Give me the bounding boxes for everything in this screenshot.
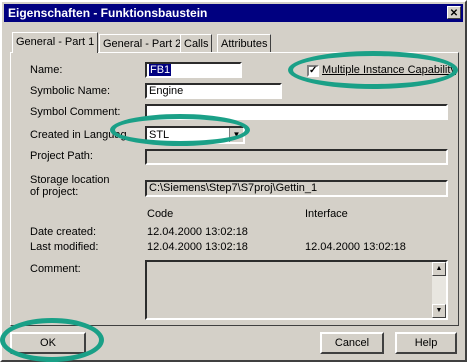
language-select[interactable]: STL ▼ — [145, 126, 245, 144]
comment-label: Comment: — [30, 263, 81, 275]
ok-button[interactable]: OK — [10, 332, 86, 354]
symbolic-name-field[interactable]: Engine — [145, 83, 282, 99]
title-bar: Eigenschaften - Funktionsbaustein ✕ — [4, 4, 463, 22]
cancel-button[interactable]: Cancel — [320, 332, 384, 354]
interface-last-modified: 12.04.2000 13:02:18 — [305, 241, 406, 253]
tab-attributes[interactable]: Attributes — [217, 34, 272, 53]
name-value: FB1 — [149, 64, 172, 76]
language-label: Created in Languag — [30, 129, 127, 141]
comment-scrollbar[interactable]: ▲ ▼ — [432, 262, 446, 318]
dropdown-arrow-icon[interactable]: ▼ — [229, 128, 243, 142]
name-label: Name: — [30, 64, 63, 76]
language-value: STL — [149, 129, 170, 141]
project-path-label: Project Path: — [30, 150, 93, 162]
tab-calls[interactable]: Calls — [180, 34, 213, 53]
symbol-comment-field[interactable] — [145, 104, 448, 120]
scroll-down-icon[interactable]: ▼ — [432, 304, 446, 318]
code-date-created: 12.04.2000 13:02:18 — [147, 226, 248, 238]
tab-general-part-1[interactable]: General - Part 1 — [12, 32, 99, 53]
comment-field — [145, 260, 448, 320]
symbolic-name-label: Symbolic Name: — [30, 85, 111, 97]
storage-location-label-2: of project: — [30, 186, 79, 198]
symbol-comment-label: Symbol Comment: — [30, 106, 121, 118]
close-button[interactable]: ✕ — [447, 6, 461, 19]
storage-location-label-1: Storage location — [30, 174, 110, 186]
date-created-label: Date created: — [30, 226, 97, 238]
scroll-up-icon[interactable]: ▲ — [432, 262, 446, 276]
project-path-field — [145, 149, 448, 165]
help-button[interactable]: Help — [395, 332, 457, 354]
tab-general-part-2[interactable]: General - Part 2 — [99, 34, 186, 53]
last-modified-label: Last modified: — [30, 241, 99, 253]
code-last-modified: 12.04.2000 13:02:18 — [147, 241, 248, 253]
code-header: Code — [147, 208, 174, 220]
interface-header: Interface — [305, 208, 348, 220]
window-title: Eigenschaften - Funktionsbaustein — [8, 6, 208, 20]
multiple-instance-checkbox[interactable]: ✓ — [307, 65, 319, 77]
properties-dialog: Eigenschaften - Funktionsbaustein ✕ Gene… — [0, 0, 467, 362]
multiple-instance-label[interactable]: Multiple Instance Capability — [322, 64, 456, 76]
name-field[interactable]: FB1 — [145, 62, 242, 78]
storage-location-field: C:\Siemens\Step7\S7proj\Gettin_1 — [145, 180, 448, 197]
